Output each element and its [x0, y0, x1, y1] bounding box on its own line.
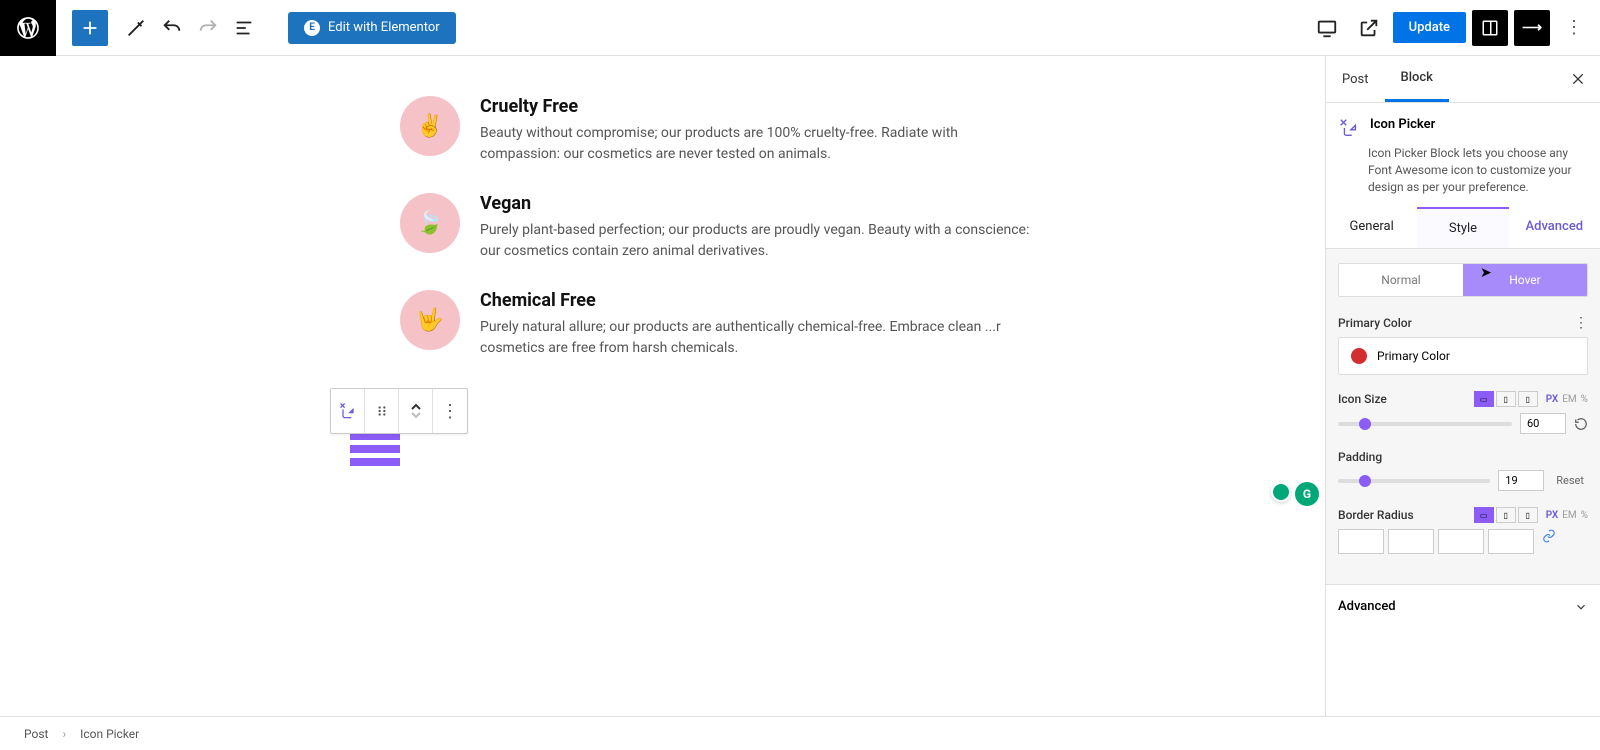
tab-block[interactable]: Block: [1385, 56, 1449, 102]
panel-tab-style[interactable]: Style: [1417, 207, 1508, 248]
tools-button[interactable]: [118, 10, 154, 46]
color-options-button[interactable]: ⋮: [1574, 315, 1588, 331]
wp-logo[interactable]: [0, 0, 56, 56]
breadcrumb-root[interactable]: Post: [24, 727, 48, 741]
feature-item[interactable]: 🍃 Vegan Purely plant-based perfection; o…: [400, 193, 1040, 262]
unit-em[interactable]: EM: [1562, 394, 1576, 405]
grammarly-badge[interactable]: G: [1295, 482, 1319, 506]
preview-button[interactable]: [1351, 10, 1387, 46]
unit-px[interactable]: PX: [1546, 394, 1559, 405]
responsive-mobile[interactable]: ▯: [1518, 507, 1538, 523]
state-hover[interactable]: Hover: [1463, 264, 1587, 296]
update-button[interactable]: Update: [1393, 12, 1466, 43]
feature-desc: Purely natural allure; our products are …: [480, 317, 1040, 359]
feature-item[interactable]: ✌ Cruelty Free Beauty without compromise…: [400, 96, 1040, 165]
plugin-badge[interactable]: ⟶: [1514, 10, 1550, 46]
feature-item[interactable]: 🤟 Chemical Free Purely natural allure; o…: [400, 290, 1040, 359]
feature-title: Cruelty Free: [480, 96, 1040, 117]
border-radius-right[interactable]: [1388, 529, 1434, 554]
redo-button[interactable]: [190, 10, 226, 46]
primary-color-label: Primary Color: [1338, 316, 1412, 330]
state-normal[interactable]: Normal: [1339, 264, 1463, 296]
padding-slider[interactable]: [1338, 479, 1490, 483]
peace-icon: ✌: [400, 96, 460, 156]
responsive-mobile[interactable]: ▯: [1518, 391, 1538, 407]
breadcrumb: Post › Icon Picker: [0, 716, 1600, 750]
responsive-tablet[interactable]: ▯: [1496, 391, 1516, 407]
responsive-desktop[interactable]: ▭: [1474, 507, 1494, 523]
hands-icon: 🤟: [400, 290, 460, 350]
move-up-down[interactable]: [399, 389, 433, 433]
close-sidebar-button[interactable]: [1556, 57, 1600, 101]
tab-post[interactable]: Post: [1326, 58, 1385, 101]
feature-desc: Purely plant-based perfection; our produ…: [480, 220, 1040, 262]
link-values-icon[interactable]: [1542, 529, 1556, 554]
options-menu-button[interactable]: ⋮: [1556, 10, 1592, 46]
unit-em[interactable]: EM: [1562, 510, 1576, 521]
advanced-section-toggle[interactable]: Advanced: [1326, 584, 1600, 628]
block-options-button[interactable]: ⋮: [433, 389, 467, 433]
undo-button[interactable]: [154, 10, 190, 46]
border-radius-left[interactable]: [1488, 529, 1534, 554]
block-type-button[interactable]: [331, 389, 365, 433]
unit-pct[interactable]: %: [1581, 394, 1588, 405]
breadcrumb-current[interactable]: Icon Picker: [80, 727, 139, 741]
panel-tab-advanced[interactable]: Advanced: [1509, 207, 1600, 248]
responsive-tablet[interactable]: ▯: [1496, 507, 1516, 523]
feature-title: Vegan: [480, 193, 1040, 214]
leaf-icon: 🍃: [400, 193, 460, 253]
feature-desc: Beauty without compromise; our products …: [480, 123, 1040, 165]
block-name: Icon Picker: [1370, 117, 1435, 139]
edit-with-elementor-button[interactable]: E Edit with Elementor: [288, 12, 456, 44]
icon-size-label: Icon Size: [1338, 392, 1387, 406]
unit-pct[interactable]: %: [1581, 510, 1588, 521]
drag-handle[interactable]: [365, 389, 399, 433]
add-block-button[interactable]: [72, 10, 108, 46]
chevron-right-icon: ›: [62, 727, 66, 741]
color-swatch: [1351, 348, 1367, 364]
border-radius-top[interactable]: [1338, 529, 1384, 554]
settings-panel-toggle[interactable]: [1472, 10, 1508, 46]
icon-size-slider[interactable]: [1338, 422, 1512, 426]
padding-reset[interactable]: Reset: [1552, 472, 1588, 489]
reset-icon[interactable]: [1574, 417, 1588, 431]
elementor-label: Edit with Elementor: [328, 20, 440, 35]
responsive-desktop[interactable]: ▭: [1474, 391, 1494, 407]
unit-px[interactable]: PX: [1546, 510, 1559, 521]
view-desktop-button[interactable]: [1309, 10, 1345, 46]
editor-canvas[interactable]: ✌ Cruelty Free Beauty without compromise…: [0, 56, 1325, 716]
elementor-icon: E: [304, 20, 320, 36]
color-field-label: Primary Color: [1377, 349, 1450, 363]
padding-input[interactable]: [1498, 470, 1544, 491]
kebab-icon: ⋮: [1565, 17, 1583, 38]
icon-picker-icon: [1338, 117, 1360, 139]
icon-size-input[interactable]: [1520, 413, 1566, 434]
border-radius-bottom[interactable]: [1438, 529, 1484, 554]
outline-button[interactable]: [226, 10, 262, 46]
primary-color-picker[interactable]: Primary Color: [1338, 337, 1588, 375]
panel-tab-general[interactable]: General: [1326, 207, 1417, 248]
kebab-icon: ⋮: [441, 401, 459, 422]
feature-title: Chemical Free: [480, 290, 1040, 311]
padding-label: Padding: [1338, 450, 1382, 464]
grammarly-icon[interactable]: [1271, 482, 1291, 502]
chevron-down-icon: [1574, 600, 1588, 614]
block-toolbar: ⋮: [330, 388, 468, 434]
border-radius-label: Border Radius: [1338, 508, 1414, 522]
block-description: Icon Picker Block lets you choose any Fo…: [1326, 145, 1600, 207]
settings-sidebar: Post Block Icon Picker Icon Picker Block…: [1325, 56, 1600, 716]
